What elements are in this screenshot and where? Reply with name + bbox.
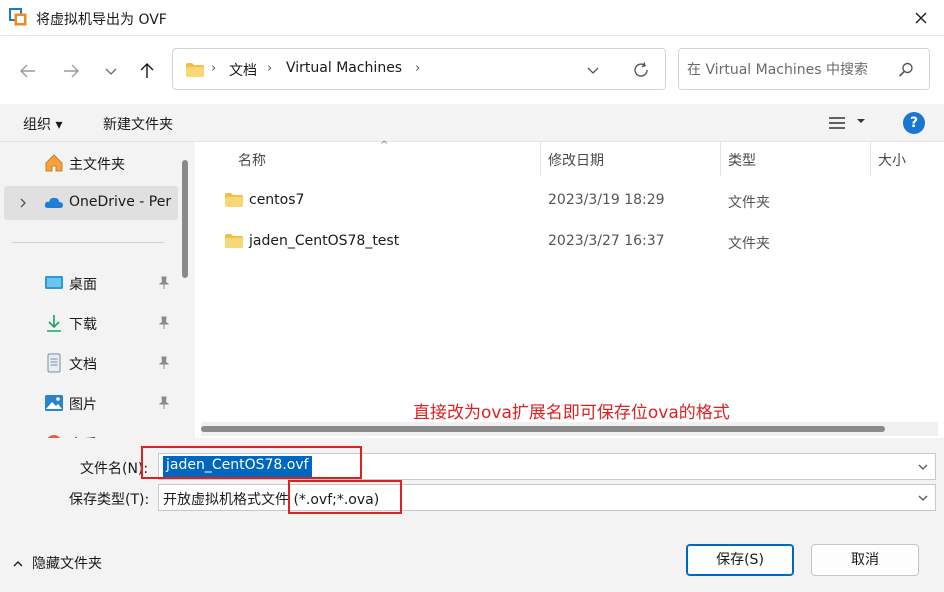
column-header-size[interactable]: 大小 — [878, 150, 906, 170]
pin-icon[interactable] — [157, 356, 171, 370]
cancel-button[interactable]: 取消 — [811, 544, 919, 576]
sidebar-item-desktop[interactable]: 桌面 — [0, 266, 178, 300]
new-folder-button[interactable]: 新建文件夹 — [103, 114, 173, 134]
file-date: 2023/3/19 18:29 — [548, 192, 665, 208]
file-row[interactable]: jaden_CentOS78_test 2023/3/27 16:37 文件夹 — [195, 223, 944, 261]
breadcrumb-separator-icon: › — [415, 61, 421, 76]
forward-button[interactable] — [55, 55, 87, 87]
highlight-box-filetype — [288, 480, 402, 514]
hide-folders-label: 隐藏文件夹 — [32, 556, 102, 572]
folder-icon — [225, 234, 243, 248]
save-button[interactable]: 保存(S) — [686, 544, 794, 576]
chevron-down-icon[interactable] — [917, 461, 929, 473]
download-icon — [47, 315, 61, 332]
sidebar-divider — [12, 242, 164, 243]
file-type: 文件夹 — [728, 236, 770, 252]
sidebar-item-documents[interactable]: 文档 — [0, 346, 178, 380]
chevron-up-icon — [13, 561, 23, 567]
filename-label: 文件名(N): — [80, 461, 149, 477]
sidebar-item-music[interactable]: 音乐 — [0, 426, 178, 438]
chevron-down-icon — [105, 68, 117, 75]
sidebar-item-label: 文档 — [69, 357, 97, 373]
file-row[interactable]: centos7 2023/3/19 18:29 文件夹 — [195, 182, 944, 220]
refresh-icon — [634, 62, 648, 77]
file-name: centos7 — [249, 192, 305, 208]
organize-menu[interactable]: 组织 ▾ — [23, 114, 62, 134]
pin-icon[interactable] — [157, 396, 171, 410]
sidebar-item-onedrive[interactable]: OneDrive - Per — [4, 186, 178, 220]
home-icon — [45, 154, 63, 172]
file-type: 文件夹 — [728, 195, 770, 211]
highlight-box-filename — [141, 446, 362, 479]
column-divider[interactable] — [870, 142, 871, 176]
search-icon — [898, 62, 913, 77]
breadcrumb-separator-icon: › — [211, 61, 217, 76]
hide-folders-toggle[interactable]: 隐藏文件夹 — [12, 553, 102, 573]
vmware-icon — [9, 8, 27, 26]
up-button[interactable] — [131, 55, 163, 87]
sidebar-item-downloads[interactable]: 下载 — [0, 306, 178, 340]
title-bar: 将虚拟机导出为 OVF — [0, 0, 944, 36]
navigation-bar: › 文档 › Virtual Machines › — [0, 36, 944, 104]
close-icon — [915, 12, 927, 24]
file-date: 2023/3/27 16:37 — [548, 233, 665, 249]
breadcrumb-separator-icon: › — [267, 61, 273, 76]
filetype-label: 保存类型(T): — [69, 492, 150, 508]
horizontal-scrollbar-thumb[interactable] — [201, 426, 885, 432]
folder-icon — [186, 63, 204, 77]
cloud-icon — [44, 197, 63, 208]
chevron-right-icon — [20, 198, 26, 208]
column-header-date[interactable]: 修改日期 — [548, 150, 604, 170]
column-header-name[interactable]: 名称 — [238, 150, 266, 170]
view-options-caret-icon[interactable] — [856, 116, 866, 126]
pin-icon[interactable] — [157, 316, 171, 330]
chevron-down-icon — [587, 67, 599, 74]
sidebar-item-pictures[interactable]: 图片 — [0, 386, 178, 420]
sidebar-item-label: OneDrive - Per — [69, 194, 172, 210]
address-history-dropdown[interactable] — [579, 59, 607, 81]
file-name: jaden_CentOS78_test — [249, 233, 400, 249]
arrow-right-icon — [64, 64, 79, 78]
column-header-type[interactable]: 类型 — [728, 150, 756, 170]
chevron-down-icon[interactable] — [917, 492, 929, 504]
pin-icon[interactable] — [157, 276, 171, 290]
filetype-select[interactable]: 开放虚拟机格式文件 (*.ovf;*.ova) — [158, 484, 936, 511]
arrow-left-icon — [20, 64, 35, 78]
help-icon[interactable]: ? — [903, 112, 925, 134]
column-divider[interactable] — [720, 142, 721, 176]
window-title: 将虚拟机导出为 OVF — [36, 12, 167, 28]
file-list: ^ 名称 修改日期 类型 大小 centos7 2023/3/19 18:29 … — [195, 140, 944, 438]
sidebar-item-home[interactable]: 主文件夹 — [0, 146, 178, 180]
navigation-pane: 主文件夹 OneDrive - Per 桌面 下载 文档 图片 音乐 — [0, 142, 195, 438]
arrow-up-icon — [140, 63, 154, 78]
view-list-icon[interactable] — [828, 115, 846, 131]
picture-icon — [45, 395, 63, 411]
save-form: 文件名(N): jaden_CentOS78.ovf 保存类型(T): 开放虚拟… — [0, 438, 944, 592]
sidebar-item-label: 图片 — [69, 397, 97, 413]
breadcrumb-virtual-machines[interactable]: Virtual Machines — [286, 60, 402, 76]
search-input[interactable] — [687, 59, 893, 81]
command-bar: 组织 ▾ 新建文件夹 ? — [0, 104, 944, 142]
document-icon — [47, 353, 61, 373]
close-button[interactable] — [906, 4, 936, 32]
column-divider[interactable] — [540, 142, 541, 176]
breadcrumb-documents[interactable]: 文档 — [229, 60, 257, 80]
search-box[interactable] — [678, 48, 930, 90]
sidebar-item-label: 下载 — [69, 317, 97, 333]
annotation-text: 直接改为ova扩展名即可保存位ova的格式 — [413, 403, 730, 423]
sidebar-scrollbar[interactable] — [182, 160, 188, 278]
back-button[interactable] — [12, 55, 44, 87]
sidebar-item-label: 桌面 — [69, 277, 97, 293]
desktop-icon — [45, 276, 63, 289]
sort-ascending-icon: ^ — [380, 140, 389, 151]
refresh-button[interactable] — [627, 58, 655, 82]
address-bar[interactable]: › 文档 › Virtual Machines › — [172, 48, 666, 90]
recent-locations-button[interactable] — [95, 55, 127, 87]
folder-icon — [225, 193, 243, 207]
sidebar-item-label: 主文件夹 — [69, 157, 125, 173]
